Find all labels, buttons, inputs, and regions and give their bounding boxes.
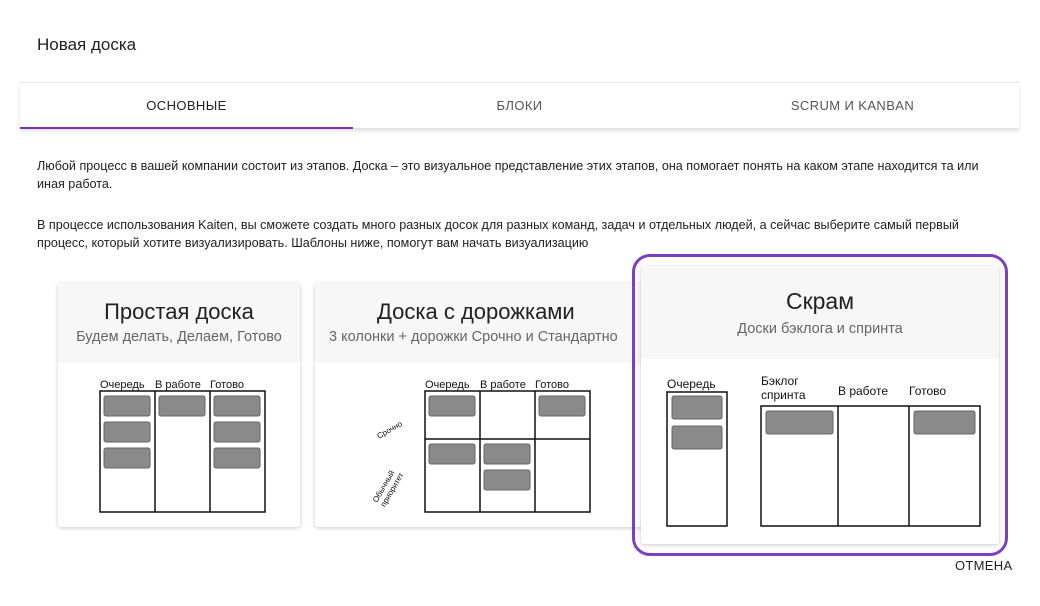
card-block bbox=[538, 395, 586, 417]
tab-bar: Основные Блоки Scrum и Kanban bbox=[20, 82, 1019, 129]
intro-paragraph-1: Любой процесс в вашей компании состоит и… bbox=[37, 159, 979, 191]
lane-label-normal: Обычныйприоритет bbox=[371, 466, 406, 508]
intro-paragraph-2: В процессе использования Kaiten, вы смож… bbox=[37, 218, 959, 250]
lanes-board-diagram: Очередь В работе Готово Срочно Обычныйпр… bbox=[371, 379, 591, 513]
column-label: В работе bbox=[155, 379, 201, 391]
simple-board-diagram: Очередь В работе Готово bbox=[99, 379, 266, 513]
card-block bbox=[158, 395, 206, 417]
card-block bbox=[428, 395, 476, 417]
tab-scrum-kanban[interactable]: Scrum и Kanban bbox=[686, 83, 1019, 128]
lane-label-urgent: Срочно bbox=[376, 419, 405, 441]
scrum-board-diagram: Очередь Бэклог спринта В работе Готово bbox=[666, 374, 981, 527]
card-block bbox=[213, 447, 261, 469]
column-label: В работе bbox=[480, 379, 526, 391]
column-label: Готово bbox=[909, 384, 946, 398]
column-label: Бэклог спринта bbox=[761, 374, 806, 402]
column-label: В работе bbox=[838, 384, 888, 398]
column-label: Очередь bbox=[100, 379, 145, 391]
card-block bbox=[103, 447, 151, 469]
cancel-button[interactable]: ОТМЕНА bbox=[955, 558, 1012, 573]
column-label: Готово bbox=[535, 379, 569, 391]
column-label: Готово bbox=[210, 379, 244, 391]
card-block bbox=[671, 395, 723, 420]
template-card-scrum[interactable]: Скрам Доски бэклога и спринта Очередь Бэ… bbox=[641, 266, 999, 544]
card-block bbox=[671, 425, 723, 450]
card-block bbox=[103, 421, 151, 443]
column-label: Очередь bbox=[425, 379, 470, 391]
card-block bbox=[483, 443, 531, 465]
card-block bbox=[103, 395, 151, 417]
card-block bbox=[213, 421, 261, 443]
column-label: Очередь bbox=[667, 377, 716, 391]
dialog-title: Новая доска bbox=[37, 35, 137, 54]
template-card-simple[interactable]: Простая доска Будем делать, Делаем, Гото… bbox=[58, 283, 300, 527]
card-block bbox=[913, 410, 976, 435]
card-block bbox=[213, 395, 261, 417]
card-block bbox=[483, 469, 531, 491]
tab-main[interactable]: Основные bbox=[20, 83, 353, 129]
card-block bbox=[765, 410, 834, 435]
template-card-lanes[interactable]: Доска с дорожками 3 колонки + дорожки Ср… bbox=[315, 283, 645, 527]
tab-blocks[interactable]: Блоки bbox=[353, 83, 686, 128]
card-block bbox=[428, 443, 476, 465]
